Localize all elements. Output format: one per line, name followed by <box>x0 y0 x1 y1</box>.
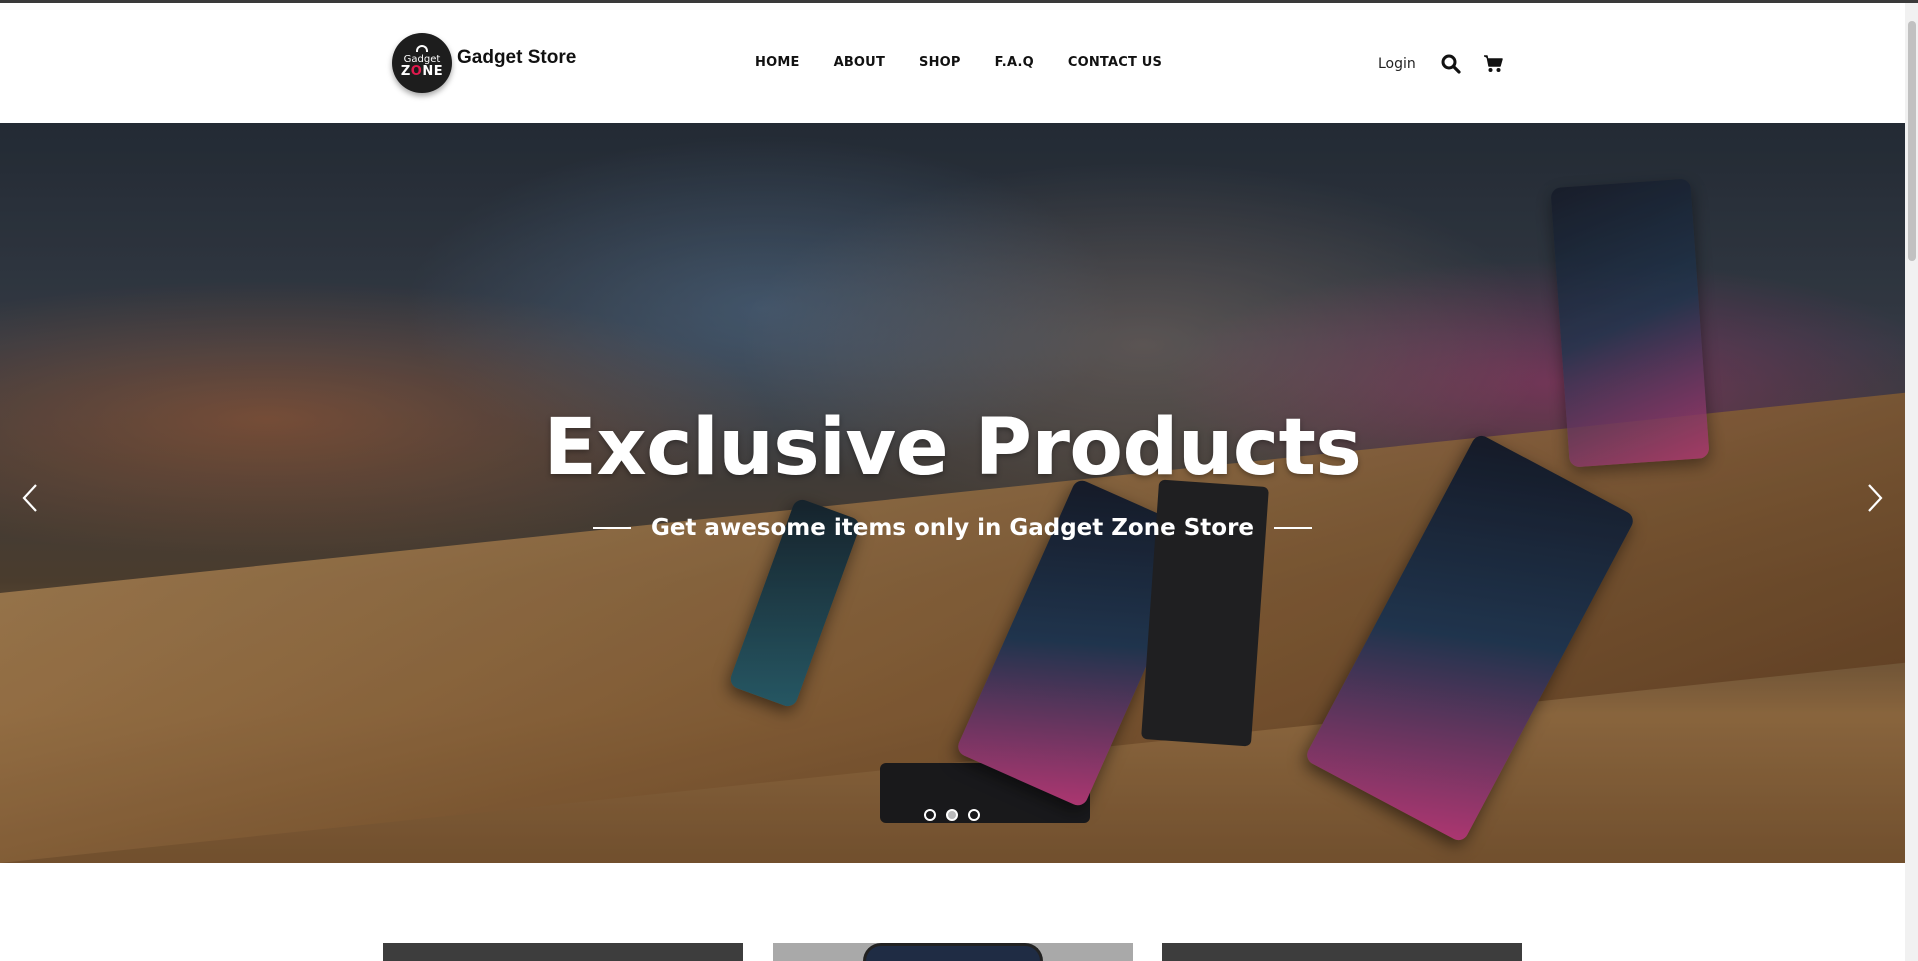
hero-subtitle: Get awesome items only in Gadget Zone St… <box>650 515 1255 541</box>
nav-home[interactable]: HOME <box>755 55 800 70</box>
page: Gadget ZONE Gadget Store HOME ABOUT SHOP… <box>0 0 1918 961</box>
robot-logo-icon <box>416 45 428 52</box>
cart-icon[interactable] <box>1482 53 1504 75</box>
login-link[interactable]: Login <box>1378 56 1416 72</box>
scrollbar-thumb[interactable] <box>1908 21 1916 261</box>
chevron-right-icon <box>1868 484 1883 512</box>
nav-contact-us[interactable]: CONTACT US <box>1068 55 1162 70</box>
slider-dot-1[interactable] <box>924 809 936 821</box>
main-nav: HOME ABOUT SHOP F.A.Q CONTACT US <box>755 55 1196 70</box>
hero-title: Exclusive Products <box>543 403 1362 493</box>
site-header: Gadget ZONE Gadget Store HOME ABOUT SHOP… <box>0 3 1905 123</box>
logo-line2: ZONE <box>400 63 444 79</box>
category-card[interactable] <box>383 943 743 961</box>
hero-slider: Exclusive Products Get awesome items onl… <box>0 123 1905 863</box>
logo-badge: Gadget ZONE <box>392 33 452 93</box>
nav-shop[interactable]: SHOP <box>919 55 961 70</box>
slider-dots <box>924 809 980 821</box>
header-actions: Login <box>1378 53 1524 75</box>
slider-prev-button[interactable] <box>15 478 45 518</box>
hero-overlay <box>0 123 1905 863</box>
slider-dot-2[interactable] <box>946 809 958 821</box>
hero-subtitle-row: Get awesome items only in Gadget Zone St… <box>0 515 1905 541</box>
slider-next-button[interactable] <box>1860 478 1890 518</box>
logo-link[interactable]: Gadget ZONE Gadget Store <box>392 33 576 93</box>
nav-about[interactable]: ABOUT <box>834 55 885 70</box>
nav-faq[interactable]: F.A.Q <box>995 55 1034 70</box>
chevron-left-icon <box>22 484 37 512</box>
page-scrollbar[interactable] <box>1905 3 1918 961</box>
category-card[interactable] <box>1162 943 1522 961</box>
search-icon[interactable] <box>1440 53 1462 75</box>
category-card[interactable] <box>773 943 1133 961</box>
card-phone-image <box>863 943 1043 961</box>
subtitle-divider-right <box>1274 527 1313 529</box>
brand-name: Gadget Store <box>457 47 577 68</box>
slider-dot-3[interactable] <box>968 809 980 821</box>
subtitle-divider-left <box>592 527 631 529</box>
